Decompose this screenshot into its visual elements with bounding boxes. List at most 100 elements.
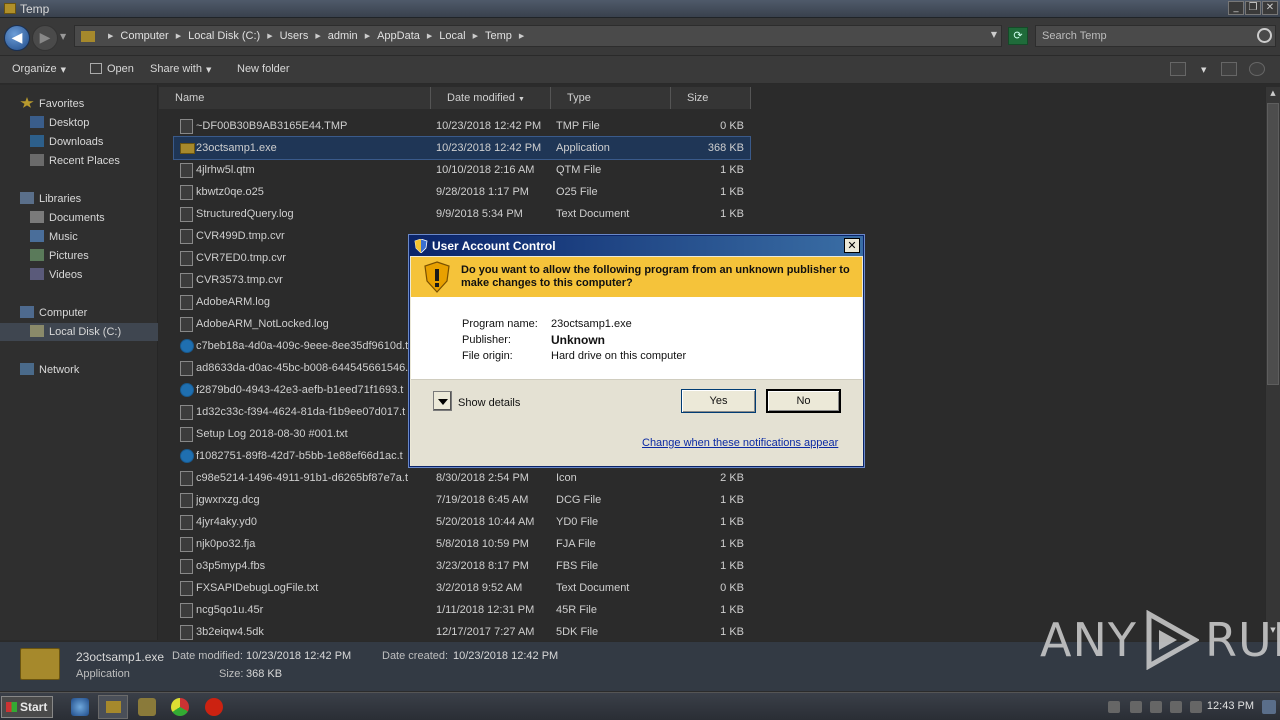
file-type: O25 File	[556, 186, 598, 198]
chevron-right-icon[interactable]: ▶	[176, 32, 181, 40]
chevron-right-icon[interactable]: ▶	[519, 32, 524, 40]
vertical-scrollbar[interactable]: ▲ ▼	[1265, 87, 1280, 640]
start-button[interactable]: Start	[1, 696, 53, 718]
file-origin-label: File origin:	[462, 350, 513, 362]
breadcrumb[interactable]: ▶ Computer ▶ Local Disk (C:) ▶ Users ▶ a…	[74, 25, 1002, 47]
scroll-thumb[interactable]	[1267, 103, 1279, 385]
column-type[interactable]: Type	[551, 87, 671, 109]
file-date-modified: 7/19/2018 6:45 AM	[436, 494, 529, 506]
nav-local-disk[interactable]: Local Disk (C:)	[0, 323, 158, 341]
table-row[interactable]: njk0po32.fja 5/8/2018 10:59 PM FJA File 1 K…	[174, 533, 750, 555]
breadcrumb-users[interactable]: Users	[280, 30, 309, 42]
tray-app-icon[interactable]	[1150, 701, 1162, 713]
file-icon	[180, 603, 193, 618]
nav-favorites[interactable]: Favorites	[20, 95, 84, 113]
scroll-up-icon[interactable]: ▲	[1267, 89, 1279, 101]
details-date-modified: 10/23/2018 12:42 PM	[246, 650, 352, 662]
organize-button[interactable]: Organize ▼	[12, 63, 66, 75]
explorer-taskbar-button[interactable]	[98, 695, 128, 719]
chevron-right-icon[interactable]: ▶	[315, 32, 320, 40]
nav-desktop[interactable]: Desktop	[30, 114, 89, 132]
volume-icon[interactable]	[1190, 701, 1202, 713]
forward-button[interactable]: ▶	[32, 25, 58, 51]
no-button[interactable]: No	[766, 389, 841, 413]
table-row[interactable]: jgwxrxzg.dcg 7/19/2018 6:45 AM DCG File 1 K…	[174, 489, 750, 511]
table-row[interactable]: 23octsamp1.exe 10/23/2018 12:42 PM Applica…	[173, 136, 751, 160]
nav-pictures[interactable]: Pictures	[30, 247, 89, 265]
watermark-run: RUN	[1204, 613, 1280, 667]
tray-flag-icon[interactable]	[1130, 701, 1142, 713]
nav-videos[interactable]: Videos	[30, 266, 82, 284]
internet-explorer-icon[interactable]	[71, 698, 89, 716]
notification-settings-link[interactable]: Change when these notifications appear	[642, 437, 838, 449]
back-button[interactable]: ◀	[4, 25, 30, 51]
chevron-right-icon[interactable]: ▶	[365, 32, 370, 40]
restore-button[interactable]: ❐	[1245, 1, 1261, 15]
network-icon[interactable]	[1170, 701, 1182, 713]
share-with-button[interactable]: Share with ▼	[150, 63, 211, 75]
open-button[interactable]: Open	[90, 63, 134, 75]
details-date-created-label: Date created:	[382, 650, 449, 662]
nav-documents[interactable]: Documents	[30, 209, 105, 227]
chevron-right-icon[interactable]: ▶	[427, 32, 432, 40]
file-type: FJA File	[556, 538, 596, 550]
refresh-button[interactable]: ⟳	[1008, 27, 1028, 45]
column-date-modified[interactable]: Date modified ▼	[431, 87, 551, 109]
media-player-icon[interactable]	[138, 698, 156, 716]
table-row[interactable]: kbwtz0qe.o25 9/28/2018 1:17 PM O25 File 1 K…	[174, 181, 750, 203]
show-details-toggle[interactable]	[433, 391, 452, 411]
preview-pane-icon[interactable]	[1221, 62, 1237, 76]
table-row[interactable]: 4jyr4aky.yd0 5/20/2018 10:44 AM YD0 File 1 …	[174, 511, 750, 533]
nav-music[interactable]: Music	[30, 228, 78, 246]
chrome-icon[interactable]	[171, 698, 189, 716]
breadcrumb-local[interactable]: Local	[439, 30, 465, 42]
table-row[interactable]: 4jlrhw5l.qtm 10/10/2018 2:16 AM QTM File 1 …	[174, 159, 750, 181]
star-icon	[20, 97, 34, 108]
chevron-right-icon[interactable]: ▶	[108, 32, 113, 40]
chevron-right-icon[interactable]: ▶	[473, 32, 478, 40]
column-name[interactable]: Name	[159, 87, 431, 109]
search-input[interactable]: Search Temp	[1035, 25, 1276, 47]
change-view-icon[interactable]	[1170, 62, 1186, 76]
nav-computer[interactable]: Computer	[20, 304, 87, 322]
nav-downloads[interactable]: Downloads	[30, 133, 103, 151]
table-row[interactable]: ~DF00B30B9AB3165E44.TMP 10/23/2018 12:42 …	[174, 115, 750, 137]
chevron-right-icon[interactable]: ▶	[267, 32, 272, 40]
help-icon[interactable]	[1249, 62, 1265, 76]
yes-button[interactable]: Yes	[681, 389, 756, 413]
breadcrumb-appdata[interactable]: AppData	[377, 30, 420, 42]
tray-expand-icon[interactable]	[1108, 701, 1120, 713]
nav-network[interactable]: Network	[20, 361, 79, 379]
clock[interactable]: 12:43 PM	[1207, 700, 1254, 712]
breadcrumb-temp[interactable]: Temp	[485, 30, 512, 42]
close-button[interactable]: ✕	[1262, 1, 1278, 15]
nav-libraries[interactable]: Libraries	[20, 190, 81, 208]
minimize-button[interactable]: _	[1228, 1, 1244, 15]
uac-close-button[interactable]: ✕	[844, 238, 860, 253]
search-icon[interactable]	[1257, 28, 1272, 43]
table-row[interactable]: ncg5qo1u.45r 1/11/2018 12:31 PM 45R File 1 …	[174, 599, 750, 621]
breadcrumb-admin[interactable]: admin	[328, 30, 358, 42]
file-date-modified: 10/23/2018 12:42 PM	[436, 120, 542, 132]
details-file-type: Application	[76, 668, 130, 680]
table-row[interactable]: c98e5214-1496-4911-91b1-d6265bf87e7a.t 8/…	[174, 467, 750, 489]
show-desktop-icon[interactable]	[1262, 700, 1276, 714]
new-folder-button[interactable]: New folder	[237, 63, 290, 75]
table-row[interactable]: o3p5myp4.fbs 3/23/2018 8:17 PM FBS File 1 K…	[174, 555, 750, 577]
file-date-modified: 10/10/2018 2:16 AM	[436, 164, 535, 176]
column-size[interactable]: Size	[671, 87, 751, 109]
recent-pages-dropdown[interactable]: ▼	[60, 32, 66, 41]
table-row[interactable]: FXSAPIDebugLogFile.txt 3/2/2018 9:52 AM Te…	[174, 577, 750, 599]
nav-recent-places[interactable]: Recent Places	[30, 152, 120, 170]
security-app-icon[interactable]	[205, 698, 223, 716]
watermark-any: ANY	[1040, 613, 1137, 667]
breadcrumb-local-disk[interactable]: Local Disk (C:)	[188, 30, 260, 42]
breadcrumb-computer[interactable]: Computer	[120, 30, 168, 42]
address-dropdown-icon[interactable]: ▼	[991, 30, 997, 39]
navigation-pane: Favorites Desktop Downloads Recent Place…	[0, 85, 158, 640]
show-details-label[interactable]: Show details	[458, 397, 520, 409]
nav-recent-places-label: Recent Places	[49, 155, 120, 167]
table-row[interactable]: StructuredQuery.log 9/9/2018 5:34 PM Text …	[174, 203, 750, 225]
table-row[interactable]: 3b2eiqw4.5dk 12/17/2017 7:27 AM 5DK File 1 …	[174, 621, 750, 643]
view-options-dropdown[interactable]: ▼	[1197, 63, 1206, 75]
